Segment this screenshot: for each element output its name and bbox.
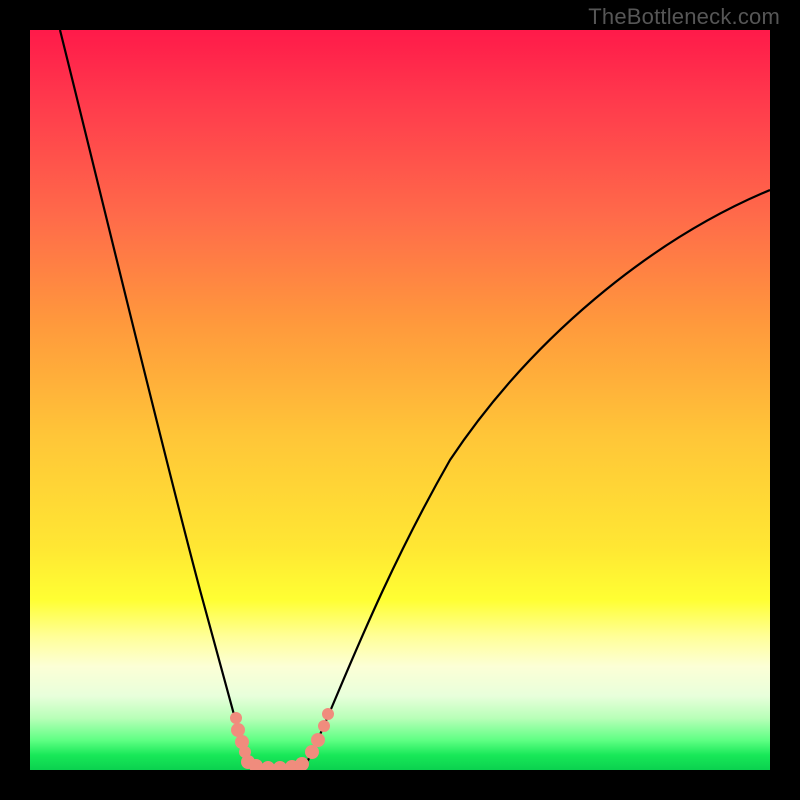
data-marker — [295, 757, 309, 770]
data-marker — [305, 745, 319, 759]
data-marker — [322, 708, 334, 720]
curve-left-branch — [60, 30, 248, 766]
marker-group — [230, 708, 334, 770]
curve-right-branch — [306, 190, 770, 764]
data-marker — [230, 712, 242, 724]
bottleneck-curve-chart — [30, 30, 770, 770]
data-marker — [231, 723, 245, 737]
data-marker — [261, 761, 275, 770]
data-marker — [311, 733, 325, 747]
data-marker — [273, 761, 287, 770]
watermark-text: TheBottleneck.com — [588, 4, 780, 30]
data-marker — [318, 720, 330, 732]
